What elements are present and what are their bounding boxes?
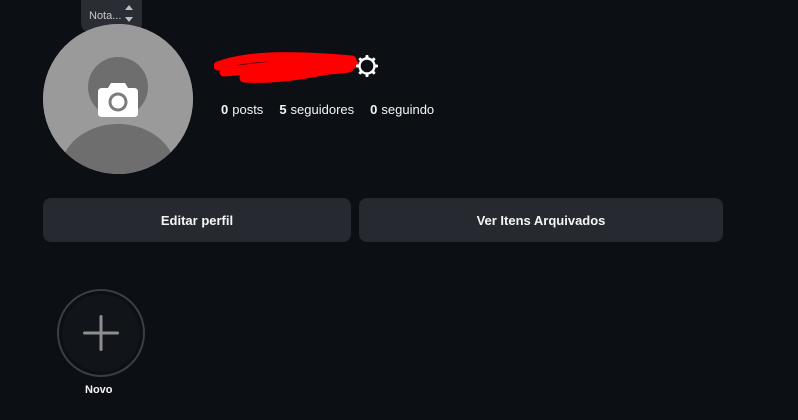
camera-icon bbox=[98, 83, 138, 117]
posts-stat[interactable]: 0 posts bbox=[221, 102, 263, 117]
new-highlight-label: Novo bbox=[85, 384, 113, 396]
edit-profile-button[interactable]: Editar perfil bbox=[43, 198, 351, 242]
following-label: seguindo bbox=[381, 102, 435, 117]
posts-label: posts bbox=[232, 102, 264, 117]
profile-stats: 0 posts 5 seguidores 0 seguindo bbox=[221, 102, 434, 117]
followers-label: seguidores bbox=[290, 102, 355, 117]
plus-icon bbox=[83, 315, 119, 351]
new-highlight-button[interactable] bbox=[57, 289, 145, 377]
following-stat[interactable]: 0 seguindo bbox=[370, 102, 434, 117]
note-placeholder: Nota... bbox=[89, 10, 122, 22]
view-archived-button[interactable]: Ver Itens Arquivados bbox=[359, 198, 723, 242]
following-count: 0 bbox=[370, 102, 378, 117]
followers-count: 5 bbox=[279, 102, 287, 117]
followers-stat[interactable]: 5 seguidores bbox=[279, 102, 354, 117]
gear-icon[interactable] bbox=[355, 54, 379, 78]
profile-page: Nota... 0 posts 5 seguidores 0 seguindo … bbox=[0, 0, 798, 420]
posts-count: 0 bbox=[221, 102, 229, 117]
username-redacted bbox=[214, 52, 359, 83]
avatar[interactable] bbox=[43, 24, 193, 174]
note-arrows-icon bbox=[125, 5, 133, 22]
